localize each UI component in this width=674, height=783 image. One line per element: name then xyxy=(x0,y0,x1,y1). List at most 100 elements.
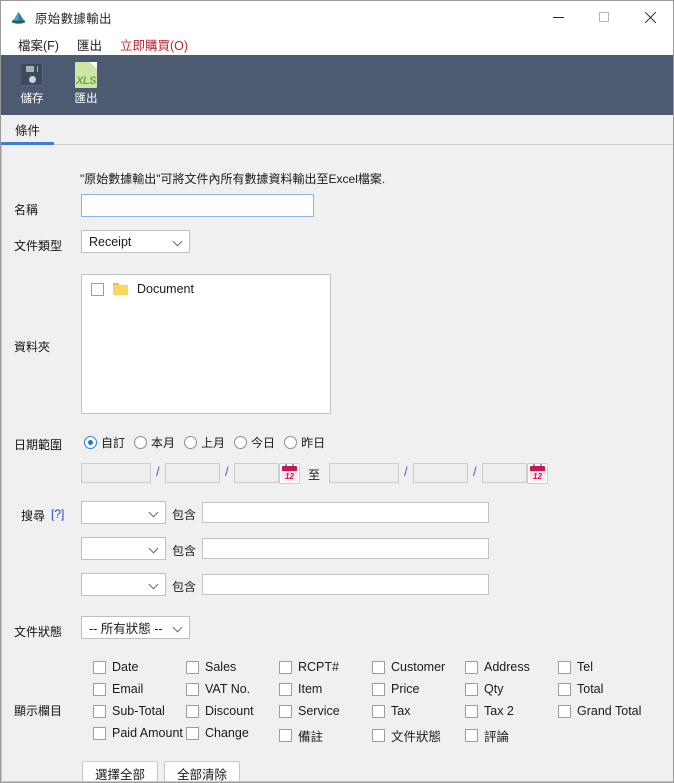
display-column-remark[interactable]: 備註 xyxy=(279,726,323,745)
checkbox-icon[interactable] xyxy=(279,660,292,674)
checkbox-icon[interactable] xyxy=(558,660,571,674)
display-column-price[interactable]: Price xyxy=(372,682,419,696)
close-button[interactable] xyxy=(627,1,673,33)
date-from-part1[interactable] xyxy=(81,463,151,483)
checkbox-icon[interactable] xyxy=(93,660,106,674)
date-range-option-yesterday[interactable]: 昨日 xyxy=(284,434,325,451)
checkbox-icon[interactable] xyxy=(186,704,199,718)
checkbox-icon[interactable] xyxy=(465,729,478,742)
display-column-discount[interactable]: Discount xyxy=(186,704,254,718)
checkbox-icon[interactable] xyxy=(372,660,385,674)
chevron-down-icon xyxy=(150,544,159,553)
folder-checkbox[interactable] xyxy=(91,282,104,296)
application-window: 原始數據輸出 檔案(F) 匯出 立即購買(O) 儲存 XLS 匯出 條件 "原始… xyxy=(0,0,674,783)
checkbox-icon[interactable] xyxy=(279,729,292,742)
date-range-option-this-month[interactable]: 本月 xyxy=(134,434,175,451)
title-bar: 原始數據輸出 xyxy=(1,1,673,33)
date-range-label: 日期範圍 xyxy=(14,438,63,452)
name-input[interactable] xyxy=(81,194,314,217)
date-from-part3[interactable] xyxy=(234,463,279,483)
clear-all-button[interactable]: 全部清除 xyxy=(164,761,240,782)
minimize-button[interactable] xyxy=(535,1,581,33)
chevron-down-icon xyxy=(174,237,183,246)
display-column-sales[interactable]: Sales xyxy=(186,660,236,674)
date-range-option-today[interactable]: 今日 xyxy=(234,434,275,451)
display-column-sub-total[interactable]: Sub-Total xyxy=(93,704,165,718)
display-column-doc-status[interactable]: 文件狀態 xyxy=(372,726,441,745)
checkbox-icon[interactable] xyxy=(372,704,385,718)
checkbox-icon[interactable] xyxy=(465,660,478,674)
search-field-select-1[interactable] xyxy=(81,501,166,524)
date-range-option-last-month-label: 上月 xyxy=(201,436,226,450)
toolbar-save[interactable]: 儲存 xyxy=(5,55,59,106)
display-column-rcpt[interactable]: RCPT# xyxy=(279,660,339,674)
calendar-icon-from[interactable]: 12 xyxy=(279,463,300,484)
checkbox-icon[interactable] xyxy=(558,682,571,696)
checkbox-icon[interactable] xyxy=(186,726,199,740)
chevron-down-icon xyxy=(174,623,183,632)
display-column-service-label: Service xyxy=(298,704,340,718)
search-value-input-3[interactable] xyxy=(202,574,489,595)
display-column-total[interactable]: Total xyxy=(558,682,603,696)
display-column-item[interactable]: Item xyxy=(279,682,322,696)
checkbox-icon[interactable] xyxy=(186,682,199,696)
display-column-grand-total[interactable]: Grand Total xyxy=(558,704,641,718)
menu-file[interactable]: 檔案(F) xyxy=(9,35,68,54)
display-column-vat-no[interactable]: VAT No. xyxy=(186,682,250,696)
menu-export[interactable]: 匯出 xyxy=(68,35,111,54)
display-column-rcpt-label: RCPT# xyxy=(298,660,339,674)
list-item[interactable]: Document xyxy=(82,275,330,296)
date-range-option-custom[interactable]: 自訂 xyxy=(84,434,125,451)
select-all-button[interactable]: 選擇全部 xyxy=(82,761,158,782)
display-column-qty-label: Qty xyxy=(484,682,504,696)
display-column-paid-amount[interactable]: Paid Amount xyxy=(93,726,183,740)
display-column-comment[interactable]: 評論 xyxy=(465,726,509,745)
display-column-tax[interactable]: Tax xyxy=(372,704,410,718)
checkbox-icon[interactable] xyxy=(465,682,478,696)
display-column-tax-2[interactable]: Tax 2 xyxy=(465,704,514,718)
display-column-customer[interactable]: Customer xyxy=(372,660,445,674)
date-to-sep2: / xyxy=(473,464,477,479)
search-operator-2: 包含 xyxy=(172,544,197,558)
checkbox-icon[interactable] xyxy=(279,704,292,718)
document-status-select[interactable]: -- 所有狀態 -- xyxy=(81,616,190,639)
date-to-part1[interactable] xyxy=(329,463,399,483)
checkbox-icon[interactable] xyxy=(93,682,106,696)
search-field-select-2[interactable] xyxy=(81,537,166,560)
checkbox-icon[interactable] xyxy=(93,704,106,718)
search-field-select-3[interactable] xyxy=(81,573,166,596)
checkbox-icon[interactable] xyxy=(372,682,385,696)
display-column-address-label: Address xyxy=(484,660,530,674)
display-column-change[interactable]: Change xyxy=(186,726,249,740)
maximize-button[interactable] xyxy=(581,1,627,33)
calendar-icon-to[interactable]: 12 xyxy=(527,463,548,484)
search-value-input-2[interactable] xyxy=(202,538,489,559)
date-to-part3[interactable] xyxy=(482,463,527,483)
search-value-input-1[interactable] xyxy=(202,502,489,523)
tab-conditions[interactable]: 條件 xyxy=(1,115,55,145)
display-column-tel[interactable]: Tel xyxy=(558,660,593,674)
checkbox-icon[interactable] xyxy=(93,726,106,740)
checkbox-icon[interactable] xyxy=(279,682,292,696)
checkbox-icon[interactable] xyxy=(372,729,385,742)
app-icon xyxy=(10,9,27,26)
display-column-date[interactable]: Date xyxy=(93,660,138,674)
toolbar-export-label: 匯出 xyxy=(74,93,98,105)
display-column-qty[interactable]: Qty xyxy=(465,682,503,696)
folder-listbox[interactable]: Document xyxy=(81,274,331,414)
date-range-option-last-month[interactable]: 上月 xyxy=(184,434,225,451)
search-help-link[interactable]: [?] xyxy=(51,507,64,521)
checkbox-icon[interactable] xyxy=(465,704,478,718)
checkbox-icon[interactable] xyxy=(186,660,199,674)
display-column-service[interactable]: Service xyxy=(279,704,340,718)
date-to-part2[interactable] xyxy=(413,463,468,483)
date-from-part2[interactable] xyxy=(165,463,220,483)
date-range-option-this-month-label: 本月 xyxy=(151,436,176,450)
document-type-select[interactable]: Receipt xyxy=(81,230,190,253)
toolbar-export[interactable]: XLS 匯出 xyxy=(59,55,113,106)
floppy-disk-icon xyxy=(21,60,43,90)
display-column-address[interactable]: Address xyxy=(465,660,530,674)
display-column-email[interactable]: Email xyxy=(93,682,143,696)
menu-buy-now[interactable]: 立即購買(O) xyxy=(111,35,197,54)
checkbox-icon[interactable] xyxy=(558,704,571,718)
